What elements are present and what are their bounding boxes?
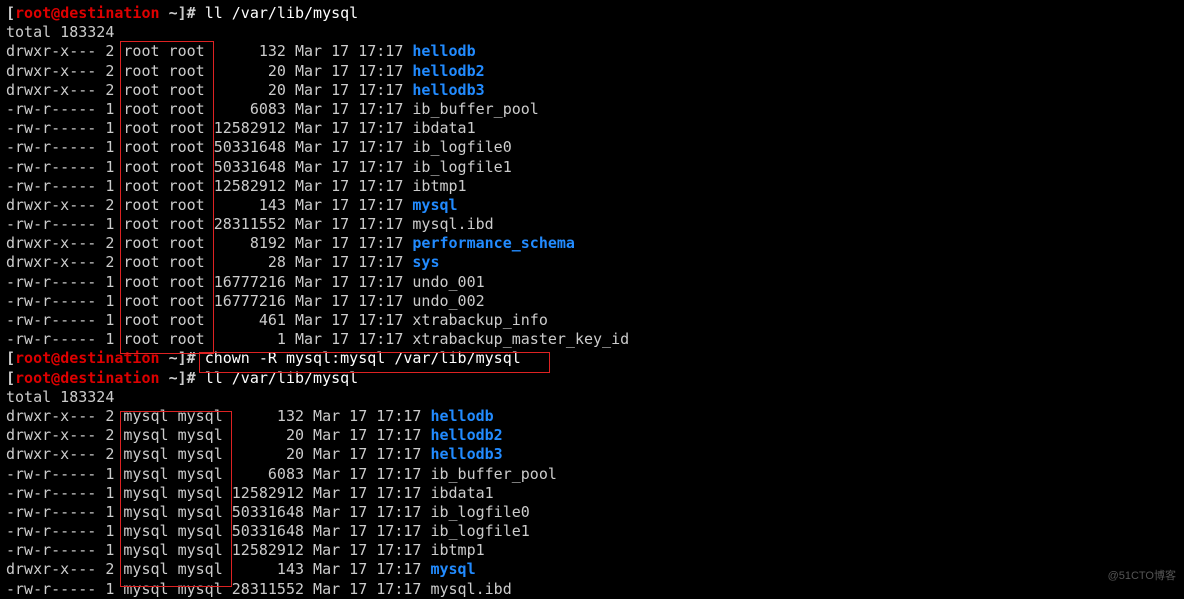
directory-name: hellodb [430, 407, 493, 425]
directory-name: hellodb2 [430, 426, 502, 444]
watermark: @51CTO博客 [1108, 569, 1176, 583]
file-name: ib_buffer_pool [412, 100, 538, 118]
ls-metadata: -rw-r----- 1 mysql mysql 12582912 Mar 17… [6, 541, 430, 559]
file-name: xtrabackup_info [412, 311, 547, 329]
ls-row-mysql: -rw-r----- 1 mysql mysql 6083 Mar 17 17:… [6, 465, 1178, 484]
ls-metadata: drwxr-x--- 2 mysql mysql 20 Mar 17 17:17 [6, 445, 430, 463]
prompt-line[interactable]: [root@destination ~]# ll /var/lib/mysql [6, 4, 1178, 23]
ls-metadata: drwxr-x--- 2 mysql mysql 20 Mar 17 17:17 [6, 426, 430, 444]
cmd-ll-1[interactable]: ll /var/lib/mysql [205, 4, 359, 22]
directory-name: mysql [430, 560, 475, 578]
ls-row-mysql: drwxr-x--- 2 mysql mysql 143 Mar 17 17:1… [6, 560, 1178, 579]
ls-row-mysql: -rw-r----- 1 mysql mysql 50331648 Mar 17… [6, 522, 1178, 541]
file-name: mysql.ibd [412, 215, 493, 233]
file-name: ib_logfile0 [412, 138, 511, 156]
ls-row-root: -rw-r----- 1 root root 16777216 Mar 17 1… [6, 273, 1178, 292]
directory-name: hellodb [412, 42, 475, 60]
ls-row-root: -rw-r----- 1 root root 12582912 Mar 17 1… [6, 119, 1178, 138]
ls-metadata: drwxr-x--- 2 mysql mysql 132 Mar 17 17:1… [6, 407, 430, 425]
directory-name: sys [412, 253, 439, 271]
ls-row-mysql: -rw-r----- 1 mysql mysql 28311552 Mar 17… [6, 580, 1178, 599]
ls-row-mysql: -rw-r----- 1 mysql mysql 12582912 Mar 17… [6, 541, 1178, 560]
ls-row-mysql: drwxr-x--- 2 mysql mysql 20 Mar 17 17:17… [6, 445, 1178, 464]
ls-row-root: -rw-r----- 1 root root 6083 Mar 17 17:17… [6, 100, 1178, 119]
ls-total: total 183324 [6, 23, 1178, 42]
ls-metadata: -rw-r----- 1 root root 1 Mar 17 17:17 [6, 330, 412, 348]
file-name: undo_001 [412, 273, 484, 291]
ls-row-mysql: drwxr-x--- 2 mysql mysql 20 Mar 17 17:17… [6, 426, 1178, 445]
file-name: ibdata1 [412, 119, 475, 137]
file-name: xtrabackup_master_key_id [412, 330, 629, 348]
file-name: ibdata1 [430, 484, 493, 502]
ls-row-root: -rw-r----- 1 root root 12582912 Mar 17 1… [6, 177, 1178, 196]
file-name: undo_002 [412, 292, 484, 310]
ls-metadata: -rw-r----- 1 root root 461 Mar 17 17:17 [6, 311, 412, 329]
cmd-chown[interactable]: chown -R mysql:mysql /var/lib/mysql [205, 349, 521, 367]
ls-metadata: -rw-r----- 1 root root 16777216 Mar 17 1… [6, 273, 412, 291]
directory-name: hellodb3 [430, 445, 502, 463]
file-name: ib_logfile0 [430, 503, 529, 521]
ls-row-root: drwxr-x--- 2 root root 20 Mar 17 17:17 h… [6, 81, 1178, 100]
shell-prompt: [root@destination ~]# [6, 4, 205, 22]
file-name: ib_buffer_pool [430, 465, 556, 483]
ls-row-root: -rw-r----- 1 root root 1 Mar 17 17:17 xt… [6, 330, 1178, 349]
terminal-output: [root@destination ~]# ll /var/lib/mysqlt… [6, 4, 1178, 599]
ls-metadata: -rw-r----- 1 root root 50331648 Mar 17 1… [6, 138, 412, 156]
ls-row-root: drwxr-x--- 2 root root 28 Mar 17 17:17 s… [6, 253, 1178, 272]
ls-metadata: drwxr-x--- 2 root root 28 Mar 17 17:17 [6, 253, 412, 271]
ls-metadata: -rw-r----- 1 mysql mysql 6083 Mar 17 17:… [6, 465, 430, 483]
prompt-line[interactable]: [root@destination ~]# chown -R mysql:mys… [6, 349, 1178, 368]
ls-row-mysql: -rw-r----- 1 mysql mysql 12582912 Mar 17… [6, 484, 1178, 503]
ls-row-root: -rw-r----- 1 root root 50331648 Mar 17 1… [6, 158, 1178, 177]
ls-metadata: drwxr-x--- 2 root root 20 Mar 17 17:17 [6, 62, 412, 80]
ls-metadata: drwxr-x--- 2 root root 132 Mar 17 17:17 [6, 42, 412, 60]
ls-metadata: drwxr-x--- 2 mysql mysql 143 Mar 17 17:1… [6, 560, 430, 578]
ls-row-root: drwxr-x--- 2 root root 20 Mar 17 17:17 h… [6, 62, 1178, 81]
ls-metadata: -rw-r----- 1 mysql mysql 12582912 Mar 17… [6, 484, 430, 502]
ls-metadata: -rw-r----- 1 root root 50331648 Mar 17 1… [6, 158, 412, 176]
shell-prompt: [root@destination ~]# [6, 369, 205, 387]
directory-name: performance_schema [412, 234, 575, 252]
ls-metadata: -rw-r----- 1 root root 6083 Mar 17 17:17 [6, 100, 412, 118]
file-name: ibtmp1 [412, 177, 466, 195]
ls-row-root: -rw-r----- 1 root root 461 Mar 17 17:17 … [6, 311, 1178, 330]
directory-name: hellodb3 [412, 81, 484, 99]
ls-metadata: -rw-r----- 1 root root 16777216 Mar 17 1… [6, 292, 412, 310]
ls-metadata: -rw-r----- 1 mysql mysql 50331648 Mar 17… [6, 522, 430, 540]
ls-metadata: -rw-r----- 1 mysql mysql 50331648 Mar 17… [6, 503, 430, 521]
ls-metadata: -rw-r----- 1 root root 12582912 Mar 17 1… [6, 119, 412, 137]
file-name: ibtmp1 [430, 541, 484, 559]
ls-metadata: -rw-r----- 1 root root 28311552 Mar 17 1… [6, 215, 412, 233]
ls-metadata: -rw-r----- 1 root root 12582912 Mar 17 1… [6, 177, 412, 195]
directory-name: hellodb2 [412, 62, 484, 80]
ls-row-root: drwxr-x--- 2 root root 132 Mar 17 17:17 … [6, 42, 1178, 61]
ls-row-mysql: -rw-r----- 1 mysql mysql 50331648 Mar 17… [6, 503, 1178, 522]
ls-row-root: -rw-r----- 1 root root 16777216 Mar 17 1… [6, 292, 1178, 311]
ls-metadata: drwxr-x--- 2 root root 8192 Mar 17 17:17 [6, 234, 412, 252]
ls-row-root: -rw-r----- 1 root root 50331648 Mar 17 1… [6, 138, 1178, 157]
directory-name: mysql [412, 196, 457, 214]
ls-total: total 183324 [6, 388, 1178, 407]
shell-prompt: [root@destination ~]# [6, 349, 205, 367]
ls-row-root: drwxr-x--- 2 root root 143 Mar 17 17:17 … [6, 196, 1178, 215]
ls-row-mysql: drwxr-x--- 2 mysql mysql 132 Mar 17 17:1… [6, 407, 1178, 426]
file-name: ib_logfile1 [430, 522, 529, 540]
prompt-line[interactable]: [root@destination ~]# ll /var/lib/mysql [6, 369, 1178, 388]
ls-row-root: drwxr-x--- 2 root root 8192 Mar 17 17:17… [6, 234, 1178, 253]
file-name: ib_logfile1 [412, 158, 511, 176]
cmd-ll-2[interactable]: ll /var/lib/mysql [205, 369, 359, 387]
ls-metadata: drwxr-x--- 2 root root 143 Mar 17 17:17 [6, 196, 412, 214]
ls-metadata: drwxr-x--- 2 root root 20 Mar 17 17:17 [6, 81, 412, 99]
ls-row-root: -rw-r----- 1 root root 28311552 Mar 17 1… [6, 215, 1178, 234]
